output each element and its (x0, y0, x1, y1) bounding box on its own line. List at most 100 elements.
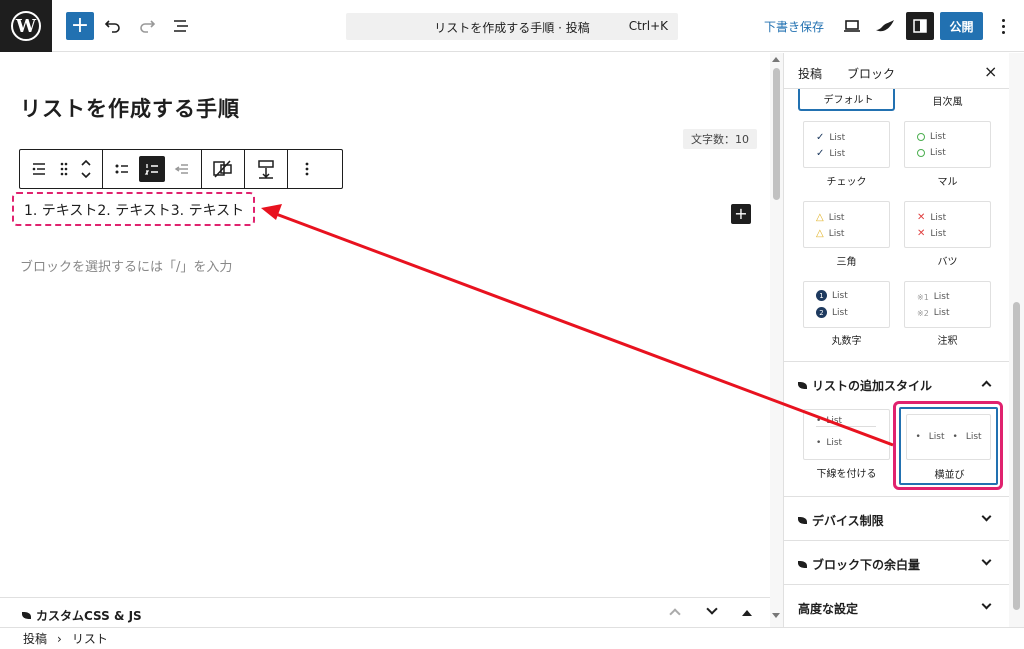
outdent-button[interactable] (169, 156, 195, 182)
breadcrumb-item-list[interactable]: リスト (72, 630, 108, 647)
note-prefix: ※1 (917, 292, 929, 302)
toolbar-group-margin (245, 150, 288, 188)
undo-icon (104, 20, 120, 33)
post-title[interactable]: リストを作成する手順 (20, 93, 240, 123)
sidebar-tabs: 投稿 ブロック × (784, 53, 1009, 89)
settings-sidebar-toggle[interactable] (906, 12, 934, 40)
highlight-annotation-box (893, 401, 1003, 490)
circle-icon (917, 133, 925, 141)
margin-section-title: ブロック下の余白量 (812, 558, 921, 572)
margin-panel-header[interactable]: ブロック下の余白量 (784, 540, 1009, 584)
add-block-button[interactable]: + (66, 12, 94, 40)
caret-up-icon[interactable] (740, 606, 754, 620)
circle-icon (917, 149, 925, 157)
triangle-icon: △ (816, 228, 824, 239)
device-panel-header[interactable]: デバイス制限 (784, 496, 1009, 540)
wordpress-logo-button[interactable]: W (0, 0, 52, 52)
style-item-text: List (826, 438, 843, 448)
style-triangle-label: 三角 (836, 257, 857, 268)
style-item-text: List (832, 307, 848, 318)
toolbar-group-list (103, 150, 202, 188)
list-view-icon (174, 20, 188, 32)
close-sidebar-button[interactable]: × (984, 62, 997, 81)
document-overview-button[interactable] (169, 14, 193, 38)
style-number-card[interactable]: 1 List 2 List (803, 281, 890, 328)
style-underline-label: 下線を付ける (816, 469, 877, 480)
bullet-dot: • (816, 416, 822, 426)
bullet-dot: • (816, 438, 822, 448)
metabox-title[interactable]: カスタムCSS & JS (22, 607, 142, 624)
style-triangle-card[interactable]: △ List △ List (803, 201, 890, 248)
command-palette-bar[interactable]: リストを作成する手順 · 投稿 Ctrl+K (346, 13, 678, 40)
device-visibility-button[interactable] (208, 156, 238, 182)
block-toolbar (19, 149, 343, 189)
editor-canvas: リストを作成する手順 文字数：10 1. テキスト2. テキスト3. テキスト … (0, 53, 770, 597)
style-item-text: List (828, 212, 845, 223)
style-item-text: List (930, 212, 947, 223)
unordered-list-button[interactable] (109, 156, 135, 182)
plugin-button[interactable] (873, 14, 897, 38)
numbered-list-icon (144, 164, 158, 175)
extra-styles-panel-header[interactable]: リストの追加スタイル (784, 361, 1009, 405)
device-icon (213, 160, 232, 178)
sidebar-scrollbar-thumb[interactable] (1013, 302, 1020, 610)
chevron-down-icon (981, 555, 992, 566)
style-item-text: List (930, 228, 947, 239)
chevron-up-icon[interactable] (669, 608, 681, 620)
top-toolbar: W + リストを作成する手順 · 投稿 Ctrl+K 下書き保存 公開 (0, 0, 1024, 52)
style-default-label: デフォルト (823, 95, 874, 106)
undo-button[interactable] (101, 14, 125, 38)
redo-icon (140, 20, 156, 33)
style-toc-label[interactable]: 目次風 (904, 93, 991, 108)
style-circle-card[interactable]: List List (904, 121, 991, 168)
style-item-text: List (930, 148, 946, 158)
check-icon: ✓ (816, 132, 825, 143)
save-draft-button[interactable]: 下書き保存 (764, 18, 824, 35)
block-placeholder[interactable]: ブロックを選択するには「/」を入力 (20, 256, 232, 275)
block-options-button[interactable] (294, 156, 320, 182)
tab-post[interactable]: 投稿 (798, 65, 822, 82)
move-up-down-button[interactable] (76, 156, 96, 182)
list-block[interactable]: 1. テキスト2. テキスト3. テキスト (12, 192, 255, 226)
inline-add-block-button[interactable]: + (731, 204, 751, 224)
desktop-icon (844, 20, 860, 32)
editor-scrollbar-thumb[interactable] (773, 68, 780, 200)
chevron-down-icon[interactable] (706, 603, 718, 615)
number-badge-icon: 1 (816, 290, 827, 301)
advanced-panel-header[interactable]: 高度な設定 (784, 584, 1009, 627)
style-item-text: List (829, 148, 846, 159)
options-menu-button[interactable] (996, 14, 1010, 38)
preview-button[interactable] (840, 14, 864, 38)
toolbar-group-plugin (202, 150, 245, 188)
bird-icon (798, 561, 807, 568)
style-item-text: List (930, 132, 946, 142)
drag-handle[interactable] (56, 156, 72, 182)
breadcrumb-item-post[interactable]: 投稿 (23, 630, 47, 647)
breadcrumb: 投稿 › リスト (0, 627, 1024, 649)
scroll-down-arrow-icon[interactable] (772, 613, 780, 618)
tab-block[interactable]: ブロック (847, 65, 895, 82)
style-cross-card[interactable]: ✕ List ✕ List (904, 201, 991, 248)
style-underline-card[interactable]: • List • List (803, 409, 890, 460)
note-prefix: ※2 (917, 308, 929, 318)
cross-icon: ✕ (917, 212, 926, 223)
style-number-label: 丸数字 (831, 336, 862, 347)
style-note-card[interactable]: ※1 List ※2 List (904, 281, 991, 328)
style-check-card[interactable]: ✓ List ✓ List (803, 121, 890, 168)
extra-styles-title: リストの追加スタイル (812, 379, 933, 393)
style-circle-label: マル (937, 177, 958, 188)
style-item-text: List (826, 416, 843, 426)
redo-button[interactable] (135, 14, 159, 38)
sidebar-icon (913, 19, 927, 33)
scroll-up-arrow-icon[interactable] (772, 57, 780, 62)
triangle-icon: △ (816, 212, 824, 223)
ordered-list-button[interactable] (139, 156, 165, 182)
bird-icon (876, 20, 894, 32)
more-vertical-icon (305, 162, 309, 176)
block-type-button[interactable] (26, 156, 52, 182)
breadcrumb-separator: › (57, 631, 62, 646)
chevron-down-icon (981, 511, 992, 522)
toolbar-group-more (288, 150, 326, 188)
publish-button[interactable]: 公開 (940, 12, 983, 40)
bottom-margin-button[interactable] (251, 156, 281, 182)
